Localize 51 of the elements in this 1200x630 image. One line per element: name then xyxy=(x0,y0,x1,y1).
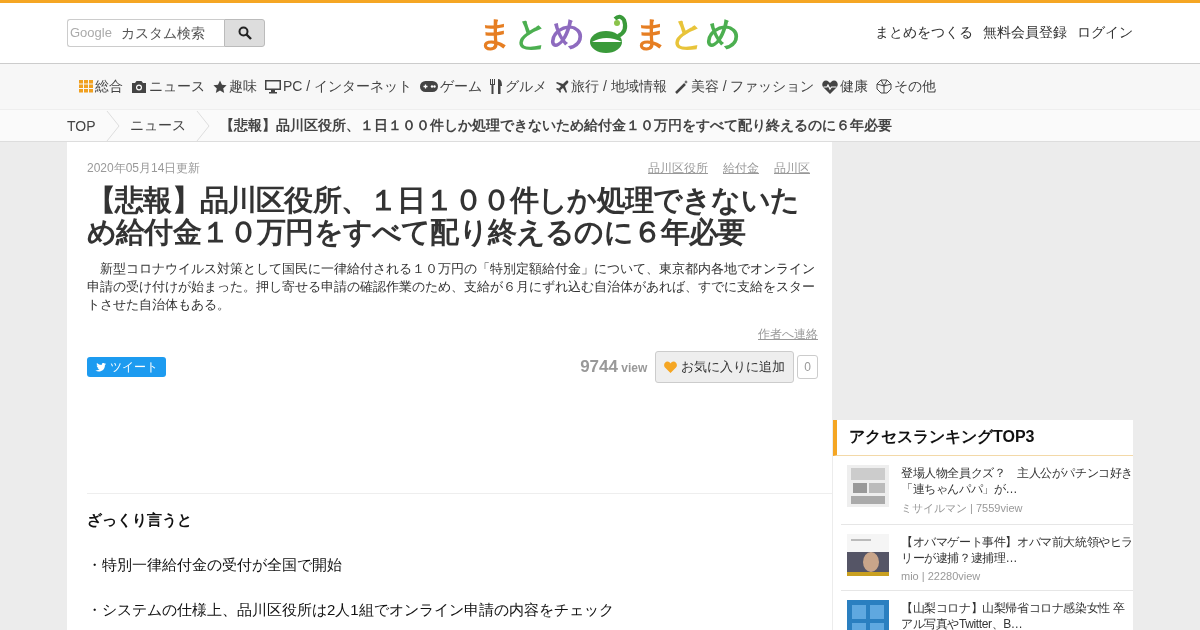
favorite-button[interactable]: お気に入りに追加 xyxy=(655,351,795,383)
view-count: 9744 view xyxy=(580,357,648,377)
heart-icon xyxy=(822,79,839,94)
header-link[interactable]: ログイン xyxy=(1077,24,1133,42)
plane-icon xyxy=(555,79,570,94)
search-button[interactable] xyxy=(224,19,265,47)
ranking-item-meta: mio | 22280view xyxy=(901,570,982,582)
nav-item[interactable]: 旅行 / 地域情報 xyxy=(555,77,667,96)
chevron-icon xyxy=(195,110,210,141)
nav-item[interactable]: グルメ xyxy=(490,77,548,96)
article-lead: 新型コロナウイルス対策として国民に一律給付される１０万円の「特別定額給付金」について、東京都内各地でオンライン申請の受け付けが始まった。押し寄せる申請の確認作業のため、支給が６月にずれ込む自治体があれば、すでに支給をスタートさせた自治体もある。 xyxy=(87,260,816,314)
breadcrumb-link[interactable]: ニュース xyxy=(129,116,186,135)
nav-item[interactable]: ニュース xyxy=(131,77,205,96)
nav-item[interactable]: PC / インターネット xyxy=(265,77,413,96)
header-link[interactable]: 無料会員登録 xyxy=(983,24,1067,42)
grid-icon xyxy=(79,80,93,93)
nav-item[interactable]: 美容 / ファッション xyxy=(674,77,815,96)
wand-icon xyxy=(674,79,689,94)
ranking-item[interactable]: 登場人物全員クズ？ 主人公がパチンコ好き「連ちゃんパパ」が… ミサイルマン | 7559view xyxy=(841,456,1133,525)
nav-item[interactable]: その他 xyxy=(876,77,937,96)
ranking-item[interactable]: 【山梨コロナ】山梨帰省コロナ感染女性 卒アル写真やTwitter、B… xyxy=(841,591,1133,630)
cutlery-icon xyxy=(490,79,504,94)
heart-icon xyxy=(664,361,678,373)
summary-heading: ざっくり言うと xyxy=(87,511,193,530)
bird-icon xyxy=(95,362,106,372)
ranking-title: アクセスランキングTOP3 xyxy=(833,420,1133,456)
ranking-item-title: 【オバマゲート事件】オバマ前大統領やヒラリーが逮捕？逮捕理… xyxy=(901,534,1133,566)
nav-item[interactable]: 総合 xyxy=(79,77,123,96)
summary-point: ・システムの仕様上、品川区役所は2人1組でオンライン申請の内容をチェック xyxy=(87,601,615,620)
summary-point: ・特別一律給付金の受付が全国で開始 xyxy=(87,556,343,575)
monitor-icon xyxy=(265,79,281,94)
google-label: Google xyxy=(70,25,112,40)
ranking-item-meta: ミサイルマン | 7559view xyxy=(901,501,1024,516)
gamepad-icon xyxy=(420,81,439,92)
updated-date: 2020年05月14日更新 xyxy=(87,160,201,177)
ranking-item-title: 登場人物全員クズ？ 主人公がパチンコ好き「連ちゃんパパ」が… xyxy=(901,465,1133,497)
favorite-count: 0 xyxy=(797,355,818,379)
breadcrumb-link[interactable]: 【悲報】品川区役所、１日１００件しか処理できないため給付金１０万円をすべて配り終えるのに６年必要 xyxy=(219,116,892,135)
header-link[interactable]: まとめをつくる xyxy=(875,24,973,42)
search-icon xyxy=(237,26,252,40)
camera-icon xyxy=(131,80,147,93)
star-icon xyxy=(213,79,227,94)
nav-item[interactable]: ゲーム xyxy=(420,77,483,96)
ranking-item-title: 【山梨コロナ】山梨帰省コロナ感染女性 卒アル写真やTwitter、B… xyxy=(901,600,1126,630)
article-title: 【悲報】品川区役所、１日１００件しか処理できないため給付金１０万円をすべて配り終えるのに６年必要 xyxy=(87,184,800,248)
logo-text[interactable]: まとめ xyxy=(478,11,586,57)
breadcrumb-link[interactable]: TOP xyxy=(67,117,96,134)
nav-item[interactable]: 趣味 xyxy=(213,77,257,96)
ranking-item[interactable]: 【オバマゲート事件】オバマ前大統領やヒラリーが逮捕？逮捕理… mio | 22280view xyxy=(841,525,1133,591)
chevron-icon xyxy=(105,110,120,141)
nav-item[interactable]: 健康 xyxy=(822,77,869,96)
